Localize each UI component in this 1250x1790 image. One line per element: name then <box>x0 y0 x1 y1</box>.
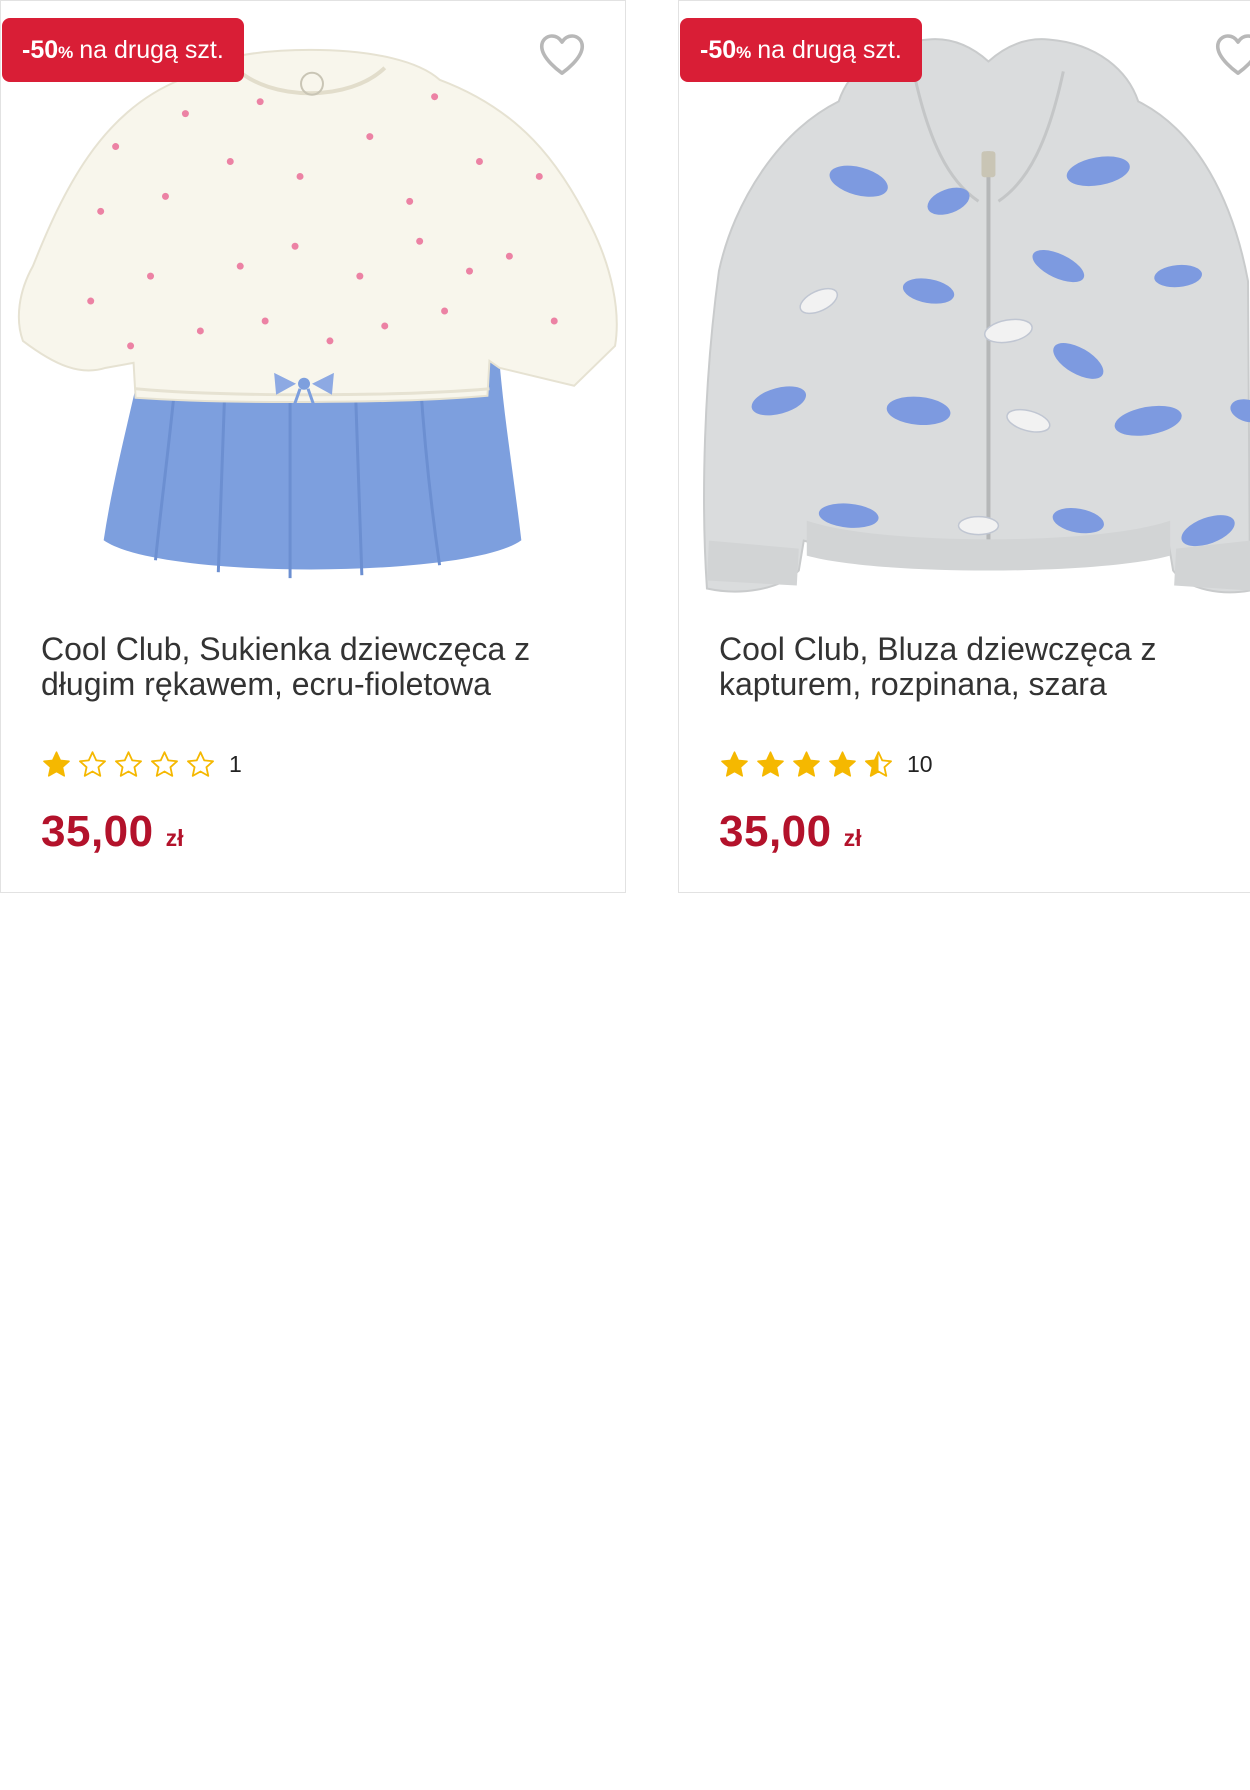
product-image-dress[interactable] <box>1 31 625 601</box>
promo-percent-sign: % <box>58 43 74 62</box>
price-amount: 35,00 <box>41 807 154 856</box>
rating-stars <box>41 749 221 780</box>
price-currency: zł <box>843 825 862 851</box>
heart-icon[interactable] <box>535 27 589 81</box>
product-title[interactable]: Cool Club, Sukienka dziewczęca z długim … <box>41 632 605 702</box>
product-title[interactable]: Cool Club, Bluza dziewczęca z kapturem, … <box>719 632 1230 702</box>
price-amount: 35,00 <box>719 807 832 856</box>
product-rating: 1 <box>41 748 242 780</box>
product-price: 35,00 zł <box>41 807 184 857</box>
star-empty-icon <box>151 750 178 777</box>
product-image-hoodie[interactable] <box>679 31 1250 601</box>
rating-count: 1 <box>229 750 242 777</box>
rating-count: 10 <box>907 750 933 777</box>
promo-percent: -50 <box>700 36 737 64</box>
rating-stars <box>719 749 899 780</box>
star-filled-icon <box>721 750 748 777</box>
star-half-icon <box>865 750 892 777</box>
star-filled-icon <box>43 750 70 777</box>
promo-percent: -50 <box>22 36 59 64</box>
star-filled-icon <box>829 750 856 777</box>
product-card[interactable]: -50% na drugą szt. Cool Club, Sukienka d… <box>0 0 626 893</box>
star-empty-icon <box>187 750 214 777</box>
star-filled-icon <box>757 750 784 777</box>
price-currency: zł <box>165 825 184 851</box>
product-rating: 10 <box>719 748 933 780</box>
star-empty-icon <box>79 750 106 777</box>
star-empty-icon <box>115 750 142 777</box>
promo-text: na drugą szt. <box>79 36 224 64</box>
star-filled-icon <box>793 750 820 777</box>
promo-text: na drugą szt. <box>757 36 902 64</box>
promo-percent-sign: % <box>736 43 752 62</box>
heart-icon[interactable] <box>1211 27 1250 81</box>
promo-badge: -50% na drugą szt. <box>2 18 244 82</box>
product-price: 35,00 zł <box>719 807 862 857</box>
promo-badge: -50% na drugą szt. <box>680 18 922 82</box>
product-card[interactable]: -50% na drugą szt. Cool Club, Bluza dzie… <box>678 0 1250 893</box>
